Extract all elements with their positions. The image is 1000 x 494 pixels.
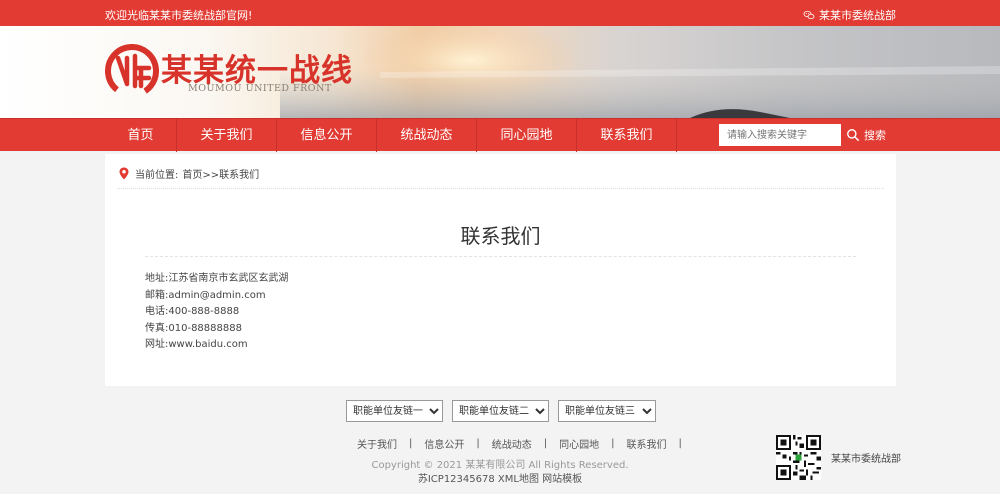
breadcrumb-prefix: 当前位置: (135, 170, 179, 181)
page-title: 联系我们 (460, 224, 541, 248)
friend-link-select-2[interactable]: 职能单位友链二 (452, 400, 549, 422)
top-bar: 欢迎光临某某市委统战部官网! 某某市委统战部 (0, 0, 1000, 26)
breadcrumb: 当前位置: 首页>>联系我们 (119, 166, 259, 181)
contact-info: 地址:江苏省南京市玄武区玄武湖 邮箱:admin@admin.com 电话:40… (145, 271, 288, 354)
nav-item-news[interactable]: 统战动态 (377, 119, 477, 152)
nav-item-home[interactable]: 首页 (105, 119, 177, 152)
footer-separator: | (678, 438, 682, 449)
fax-row: 传真:010-88888888 (145, 321, 288, 338)
nav-item-info[interactable]: 信息公开 (277, 119, 377, 152)
fax-value: 010-88888888 (168, 322, 242, 334)
email-label: 邮箱: (145, 289, 169, 301)
nav-item-contact[interactable]: 联系我们 (577, 119, 677, 152)
nav-item-about[interactable]: 关于我们 (177, 119, 277, 152)
phone-label: 电话: (145, 306, 169, 317)
icp-text[interactable]: 苏ICP12345678 XML地图 网站模板 (0, 470, 1000, 485)
title-divider (145, 256, 856, 257)
search-button-label: 搜索 (864, 129, 886, 142)
qr-code-icon (776, 435, 821, 480)
nav-menu: 首页 关于我们 信息公开 统战动态 同心园地 联系我们 (105, 119, 677, 152)
friend-links: 职能单位友链一 职能单位友链二 职能单位友链三 (346, 400, 656, 422)
search-button[interactable]: 搜索 (846, 125, 886, 145)
footer-link-news[interactable]: 统战动态 (492, 436, 532, 451)
address-label: 地址: (145, 273, 169, 284)
logo-icon (105, 44, 159, 98)
fax-label: 传真: (145, 322, 169, 334)
location-pin-icon (119, 167, 129, 180)
qr-label: 某某市委统战部 (831, 454, 901, 465)
website-value: www.baidu.com (168, 339, 248, 350)
footer-separator: | (476, 438, 480, 449)
footer-menu: 关于我们 | 信息公开 | 统战动态 | 同心园地 | 联系我们 | (357, 436, 694, 451)
wechat-icon (803, 10, 815, 20)
email-value: admin@admin.com (168, 289, 266, 301)
footer-link-garden[interactable]: 同心园地 (559, 436, 599, 451)
friend-link-select-1[interactable]: 职能单位友链一 (346, 400, 443, 422)
breadcrumb-divider (117, 188, 884, 189)
footer-link-info[interactable]: 信息公开 (424, 436, 464, 451)
welcome-text: 欢迎光临某某市委统战部官网! (105, 9, 253, 22)
email-row: 邮箱:admin@admin.com (145, 288, 288, 305)
phone-value: 400-888-8888 (168, 306, 240, 317)
footer-separator: | (409, 438, 413, 449)
breadcrumb-path[interactable]: 首页>>联系我们 (182, 166, 259, 181)
search-icon (847, 129, 860, 142)
nav-item-garden[interactable]: 同心园地 (477, 119, 577, 152)
site-subtitle: MOUMOU UNITED FRONT (188, 83, 332, 94)
address-row: 地址:江苏省南京市玄武区玄武湖 (145, 271, 288, 288)
content-card: 当前位置: 首页>>联系我们 联系我们 地址:江苏省南京市玄武区玄武湖 邮箱:a… (105, 154, 896, 386)
main-nav: 首页 关于我们 信息公开 统战动态 同心园地 联系我们 搜索 (0, 118, 1000, 152)
footer-link-contact[interactable]: 联系我们 (627, 436, 667, 451)
website-row: 网址:www.baidu.com (145, 337, 288, 354)
website-label: 网址: (145, 339, 169, 350)
search-input[interactable] (719, 124, 841, 146)
address-value: 江苏省南京市玄武区玄武湖 (168, 273, 289, 284)
org-link[interactable]: 某某市委统战部 (803, 7, 896, 23)
footer-separator: | (543, 438, 548, 449)
footer-link-about[interactable]: 关于我们 (357, 436, 397, 451)
friend-link-select-3[interactable]: 职能单位友链三 (558, 400, 656, 422)
phone-row: 电话:400-888-8888 (145, 304, 288, 321)
footer-separator: | (611, 438, 615, 449)
org-name: 某某市委统战部 (819, 9, 896, 22)
header-banner: 某某统一战线 MOUMOU UNITED FRONT (0, 26, 1000, 118)
